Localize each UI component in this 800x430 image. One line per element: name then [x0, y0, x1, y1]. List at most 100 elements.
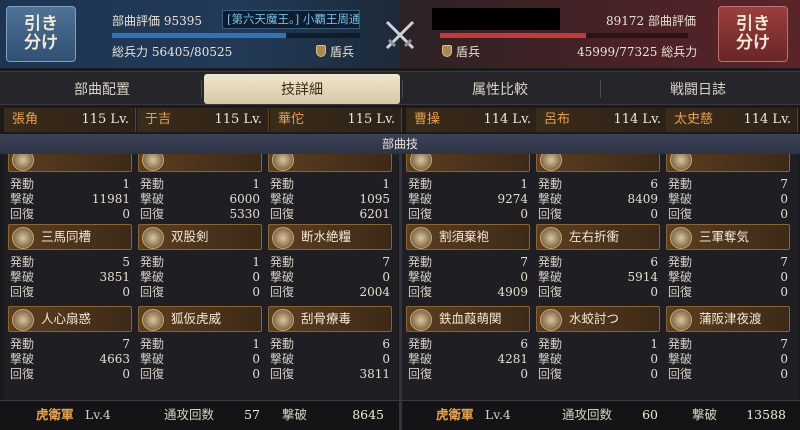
stat-row-kill: 撃破 0: [270, 352, 390, 366]
stat-row-heal: 回復 3811: [270, 367, 390, 381]
skill-card[interactable]: 断水絶糧 発動 7 撃破 0 回復 2004: [268, 224, 392, 304]
stat-row-kill: 撃破 0: [668, 270, 788, 284]
tab-battle-log[interactable]: 戦闘日誌: [600, 74, 796, 104]
skill-icon: [540, 154, 562, 171]
skill-banner: [666, 154, 790, 172]
skill-icon: [540, 309, 562, 331]
right-total-force: 45999/77325 総兵力: [577, 45, 698, 59]
stat-row-heal: 回復 0: [538, 207, 658, 221]
unit-level: Lv.4: [85, 407, 111, 422]
left-skill-panel[interactable]: 発動 1 撃破 11981 回復 0 発動 1 撃破 6000 回復 5330 発動 1 撃破 1095 回復 6…: [4, 154, 398, 400]
skill-name: 三馬同槽: [41, 229, 92, 244]
skill-banner: 左右折衝: [536, 224, 660, 250]
skill-name: 狐仮虎威: [171, 311, 222, 326]
stat-row-kill: 撃破 0: [668, 352, 788, 366]
stat-row-trigger: 発動 1: [140, 337, 260, 351]
skill-name: 割須棄袍: [439, 229, 490, 244]
skill-card[interactable]: 刮骨療毒 発動 6 撃破 0 回復 3811: [268, 306, 392, 386]
skill-card[interactable]: 鉄血葭萌関 発動 6 撃破 4281 回復 0: [406, 306, 530, 386]
general-slot[interactable]: 曹操 114 Lv.: [406, 108, 538, 132]
stat-row-heal: 回復 0: [408, 207, 528, 221]
skill-banner: 鉄血葭萌関: [406, 306, 530, 332]
stat-row-trigger: 発動 1: [140, 177, 260, 191]
skill-icon: [272, 309, 294, 331]
stat-row-heal: 回復 2004: [270, 285, 390, 299]
stat-row-heal: 回復 0: [10, 285, 130, 299]
skill-icon: [272, 154, 294, 171]
stat-row-trigger: 発動 6: [538, 255, 658, 269]
stat-row-heal: 回復 0: [140, 367, 260, 381]
stat-row-kill: 撃破 0: [668, 192, 788, 206]
stat-row-kill: 撃破 1095: [270, 192, 390, 206]
left-draw-button[interactable]: 引き分け: [6, 6, 76, 62]
stat-row-trigger: 発動 7: [408, 255, 528, 269]
general-slot[interactable]: 張角 115 Lv.: [4, 108, 136, 132]
skill-card[interactable]: 発動 1 撃破 9274 回復 0: [406, 154, 530, 226]
skill-icon: [410, 154, 432, 171]
right-troop-type: 盾兵: [456, 45, 481, 59]
general-slot[interactable]: 華佗 115 Lv.: [270, 108, 402, 132]
tab-formation[interactable]: 部曲配置: [4, 74, 200, 104]
stat-row-kill: 撃破 6000: [140, 192, 260, 206]
skill-card[interactable]: 発動 1 撃破 11981 回復 0: [8, 154, 132, 226]
skill-icon: [410, 309, 432, 331]
shield-troop-icon: [442, 45, 452, 57]
skill-card[interactable]: 発動 1 撃破 6000 回復 5330: [138, 154, 262, 226]
right-skill-panel[interactable]: 発動 1 撃破 9274 回復 0 発動 6 撃破 8409 回復 0 発動 7 撃破 0 回復 0 割須棄袍 発動 7…: [402, 154, 798, 400]
skill-card[interactable]: 発動 7 撃破 0 回復 0: [666, 154, 790, 226]
stat-row-trigger: 発動 7: [270, 255, 390, 269]
right-hp-fill: [440, 33, 587, 38]
skill-name: 人心扇惑: [41, 311, 92, 326]
stat-row-trigger: 発動 1: [538, 337, 658, 351]
stat-row-trigger: 発動 6: [408, 337, 528, 351]
skill-icon: [410, 227, 432, 249]
left-hp-fill: [112, 33, 286, 38]
stat-row-heal: 回復 0: [538, 285, 658, 299]
kills-value: 13588: [746, 407, 786, 422]
stat-row-heal: 回復 5330: [140, 207, 260, 221]
kills-label: 撃破: [282, 407, 308, 422]
left-footer: 虎衛軍 Lv.4 通攻回数 57 撃破 8645: [0, 400, 399, 430]
skill-banner: 断水絶糧: [268, 224, 392, 250]
skill-card[interactable]: 水蛟討つ 発動 1 撃破 0 回復 0: [536, 306, 660, 386]
skill-card[interactable]: 三馬同槽 発動 5 撃破 3851 回復 0: [8, 224, 132, 304]
attack-count-label: 通攻回数: [164, 407, 215, 422]
stat-row-trigger: 発動 7: [10, 337, 130, 351]
stat-row-heal: 回復 0: [10, 367, 130, 381]
skill-card[interactable]: 左右折衝発動 6 撃破 5914 回復 0: [536, 224, 660, 304]
shield-troop-icon: [316, 45, 326, 57]
stat-row-trigger: 発動 1: [10, 177, 130, 191]
tab-skill-details[interactable]: 技詳細: [204, 74, 400, 104]
stat-row-trigger: 発動 7: [668, 177, 788, 191]
skill-icon: [670, 154, 692, 171]
stat-row-heal: 回復 6201: [270, 207, 390, 221]
skill-card[interactable]: 人心扇惑 発動 7 撃破 4663 回復 0: [8, 306, 132, 386]
stat-row-trigger: 発動 1: [270, 177, 390, 191]
skill-icon: [540, 227, 562, 249]
stat-row-heal: 回復 0: [668, 285, 788, 299]
skill-name: 鉄血葭萌関: [439, 311, 502, 326]
tab-attribute-compare[interactable]: 属性比較: [402, 74, 598, 104]
stat-row-kill: 撃破 5914: [538, 270, 658, 284]
general-slot[interactable]: 太史慈 114 Lv.: [666, 108, 798, 132]
general-slot[interactable]: 呂布 114 Lv.: [536, 108, 668, 132]
right-draw-button[interactable]: 引き分け: [718, 6, 788, 62]
skill-banner: 蒲阪津夜渡: [666, 306, 790, 332]
skill-card[interactable]: 発動 1 撃破 1095 回復 6201: [268, 154, 392, 226]
skill-card[interactable]: 狐仮虎威 発動 1 撃破 0 回復 0: [138, 306, 262, 386]
skill-banner: 刮骨療毒: [268, 306, 392, 332]
left-alliance-name: [第六天魔王。] 小覇王周通: [222, 10, 360, 29]
skill-card[interactable]: 三軍奪気 発動 7 撃破 0 回復 0: [666, 224, 790, 304]
skill-card[interactable]: 蒲阪津夜渡 発動 7 撃破 0 回復 0: [666, 306, 790, 386]
kills-label: 撃破: [692, 407, 718, 422]
general-slot[interactable]: 于吉 115 Lv.: [137, 108, 269, 132]
crossed-swords-icon: [385, 20, 415, 50]
stat-row-kill: 撃破 8409: [538, 192, 658, 206]
unit-level: Lv.4: [485, 407, 511, 422]
skill-card[interactable]: 双股剣 発動 1 撃破 0 回復 0: [138, 224, 262, 304]
skill-card[interactable]: 発動 6 撃破 8409 回復 0: [536, 154, 660, 226]
skill-card[interactable]: 割須棄袍 発動 7 撃破 0 回復 4909: [406, 224, 530, 304]
unit-name: 虎衛軍: [36, 407, 74, 422]
stat-row-trigger: 発動 7: [668, 255, 788, 269]
stat-row-kill: 撃破 4281: [408, 352, 528, 366]
